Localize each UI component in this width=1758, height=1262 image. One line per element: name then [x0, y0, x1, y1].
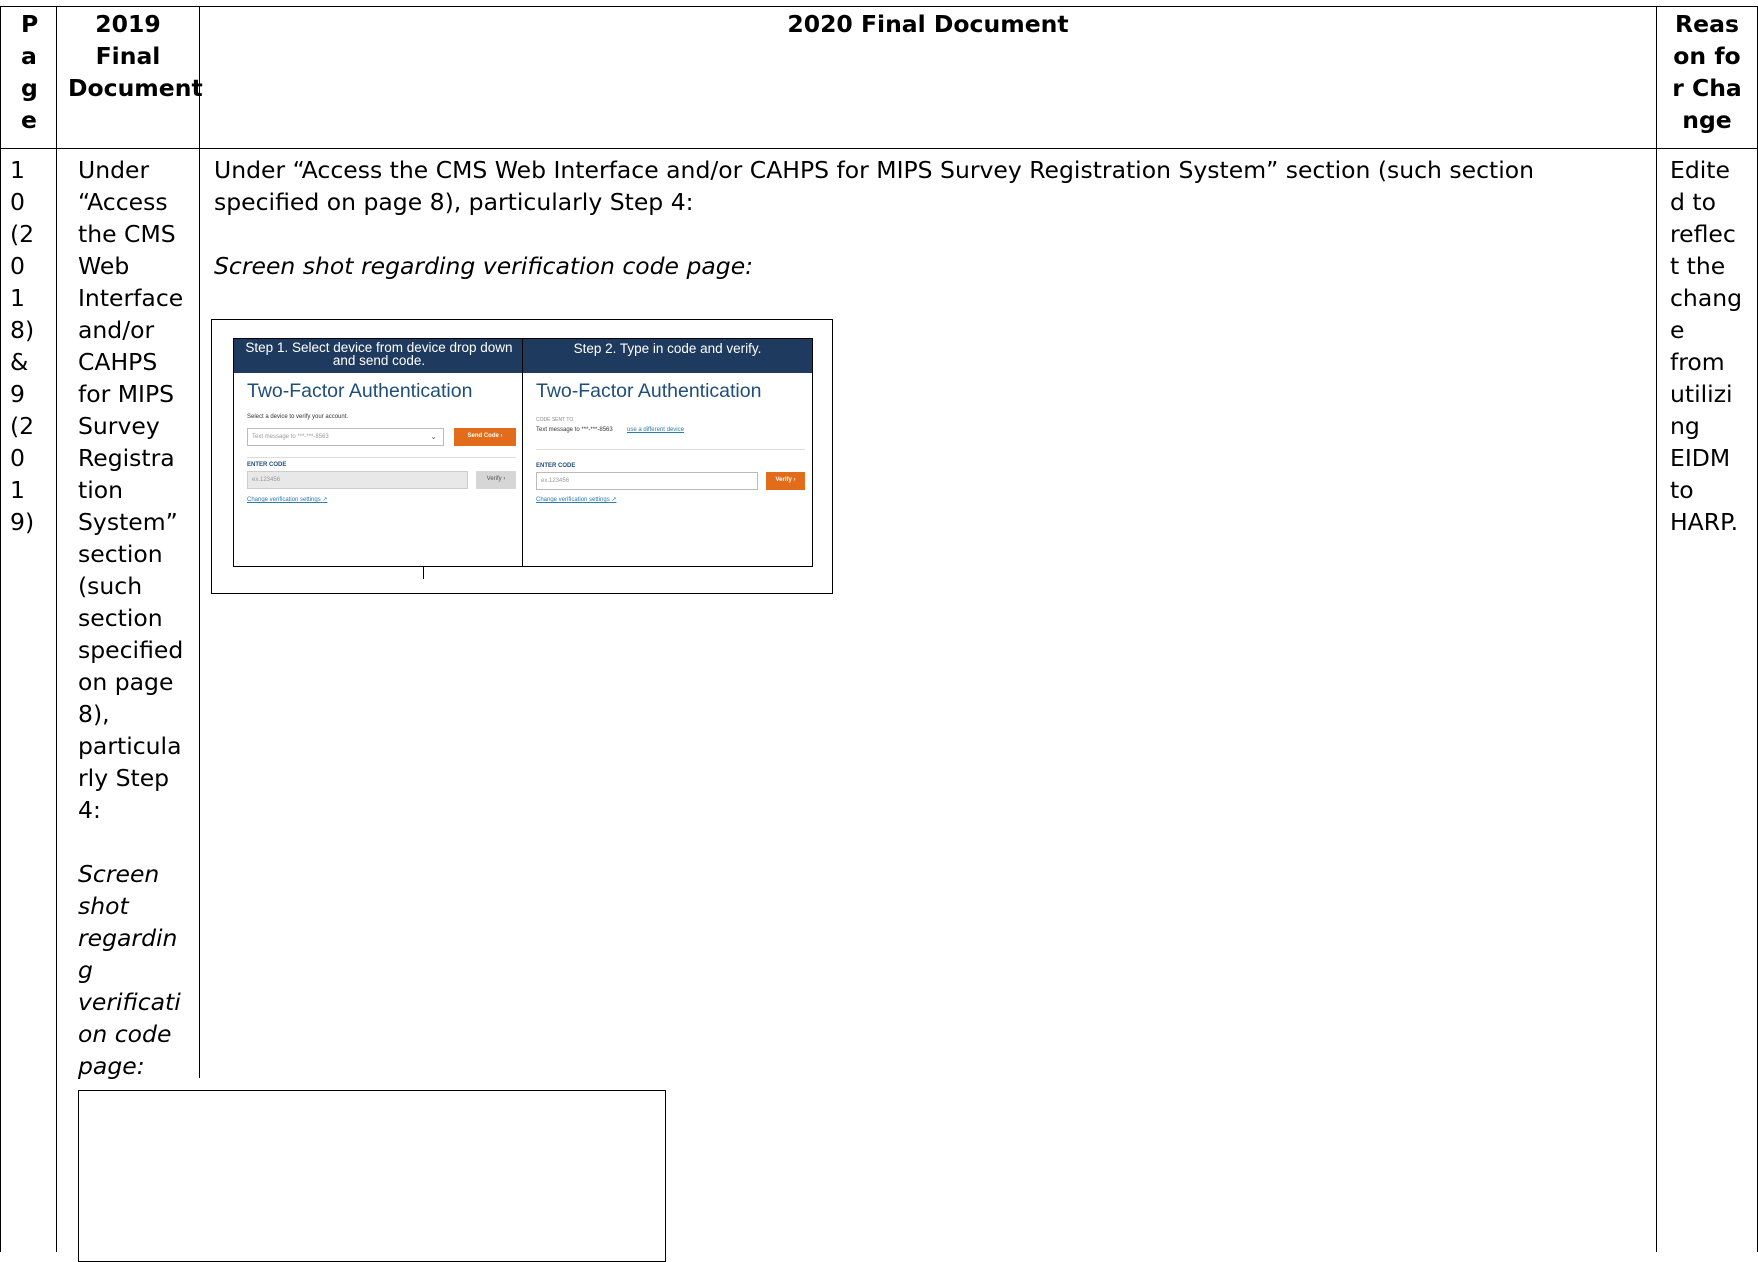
header-reason: Reason for Change	[1672, 10, 1742, 134]
chevron-down-icon: ⌄	[430, 432, 437, 441]
step2-title: Two-Factor Authentication	[536, 380, 762, 402]
different-device-link[interactable]: use a different device	[627, 427, 684, 433]
chevron-right-icon: ›	[500, 433, 503, 439]
header-bottom-border	[0, 148, 1758, 149]
step1-verify-button[interactable]: Verify ›	[476, 471, 516, 489]
step2-divider	[536, 449, 805, 450]
device-select[interactable]: Text message to ***-***-8563 ⌄	[247, 428, 444, 446]
step1-header: Step 1. Select device from device drop d…	[234, 339, 524, 373]
doc2020-cell: Under “Access the CMS Web Interface and/…	[214, 156, 1535, 280]
step1-change-settings-link[interactable]: Change verification settings ↗	[247, 496, 327, 503]
external-link-icon: ↗	[611, 497, 617, 503]
chevron-right-icon: ›	[503, 476, 506, 482]
external-link-icon: ↗	[322, 497, 328, 503]
verification-screenshot: Step 1. Select device from device drop d…	[211, 319, 833, 594]
doc2019-cell: Under “Access the CMS Web Interface and/or …	[78, 156, 184, 1080]
code-sent-value: Text message to ***-***-8563	[536, 427, 613, 433]
header-2020: 2020 Final Document	[787, 10, 1069, 38]
step2-panel: Step 2. Type in code and verify. Two-Fac…	[522, 338, 813, 567]
step1-divider	[247, 457, 516, 458]
step2-enter-code-label: ENTER CODE	[536, 463, 576, 469]
doc2019-screenshot-box	[78, 1090, 666, 1262]
step1-code-input[interactable]: ex.123456	[247, 471, 468, 489]
step1-panel: Step 1. Select device from device drop d…	[233, 338, 525, 567]
step1-select-label: Select a device to verify your account.	[247, 414, 349, 420]
col-border-2020	[1656, 6, 1657, 1252]
step1-enter-code-label: ENTER CODE	[247, 462, 287, 468]
table-top-border	[0, 6, 1758, 7]
col-border-page	[56, 6, 57, 1252]
send-code-button[interactable]: Send Code ›	[454, 428, 516, 446]
header-2019: 2019 Final Document	[68, 10, 203, 102]
code-sent-label: CODE SENT TO	[536, 417, 574, 423]
col-border-left	[0, 6, 1, 1252]
step2-verify-button[interactable]: Verify ›	[766, 472, 805, 490]
step2-change-settings-link[interactable]: Change verification settings ↗	[536, 496, 616, 503]
header-page: Page	[21, 10, 39, 134]
connector-line	[423, 566, 424, 579]
step1-title: Two-Factor Authentication	[247, 380, 473, 402]
chevron-right-icon: ›	[793, 477, 796, 483]
step2-code-input[interactable]: ex.123456	[536, 472, 758, 490]
reason-cell: Edite d to reflec t the chang e from utilizi…	[1670, 156, 1743, 536]
page-cell: 10 (2 0 1 8) & 9 (2 0 1 9)	[10, 156, 35, 536]
col-border-2019	[199, 6, 200, 1078]
step2-header: Step 2. Type in code and verify.	[523, 339, 812, 373]
